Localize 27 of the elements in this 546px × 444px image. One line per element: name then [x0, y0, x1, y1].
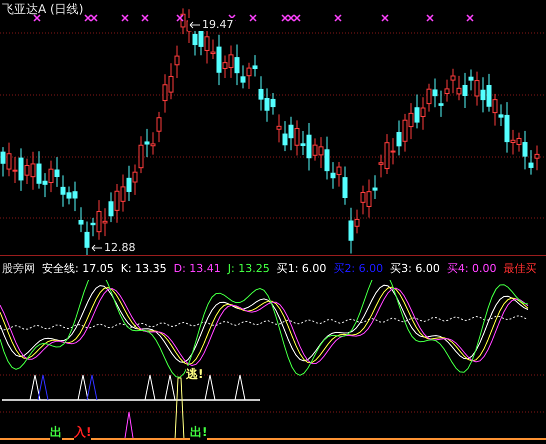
cross-marker-icon: [176, 14, 184, 22]
arrow-icon: [91, 244, 103, 252]
indicator-value: 买1: 6.00: [276, 260, 326, 276]
indicator-value: J: 13.25: [228, 262, 270, 274]
indicator-value: D: 13.41: [174, 262, 221, 274]
cross-marker-icon: [249, 14, 257, 22]
indicator-value: 买2: 6.00: [333, 260, 384, 276]
signal-label: 入!: [74, 424, 92, 441]
chart-title: 飞亚达A (日线): [1, 1, 84, 18]
cross-marker-icon: [33, 14, 41, 22]
price-label: 12.88: [104, 241, 136, 254]
indicator-value: K: 13.35: [120, 262, 167, 274]
price-label: 19.47: [202, 18, 234, 31]
arrow-icon: [189, 20, 201, 28]
indicator-value: 买3: 6.00: [390, 260, 440, 276]
indicator-value: 安全线: 17.05: [42, 260, 114, 276]
cross-marker-icon: [426, 14, 434, 22]
signal-label: 出: [50, 424, 62, 441]
cross-marker-icon: [334, 14, 342, 22]
cross-marker-icon: [381, 14, 389, 22]
cross-marker-icon: [141, 14, 149, 22]
indicator-value: 最佳买: [504, 260, 537, 276]
signal-label: 出!: [190, 424, 208, 441]
indicator-name: 股旁网: [2, 260, 35, 276]
cross-marker-icon: [121, 14, 129, 22]
cross-marker-icon: [466, 14, 474, 22]
indicator-value: 买4: 0.00: [446, 260, 497, 276]
